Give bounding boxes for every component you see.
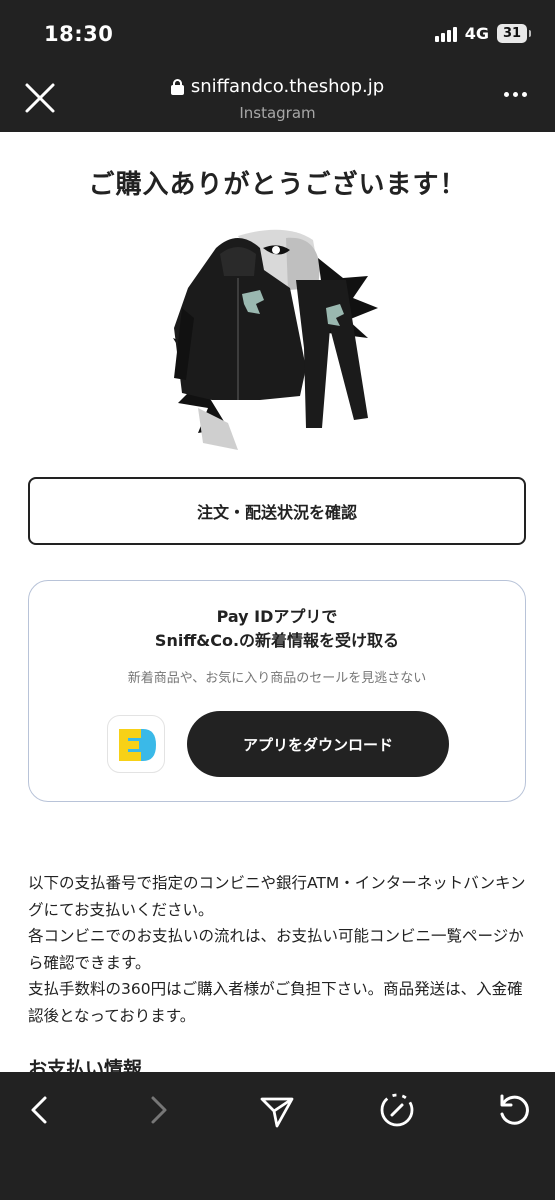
payment-instructions: 以下の支払番号で指定のコンビニや銀行ATM・インターネットバンキングにてお支払い… bbox=[28, 870, 528, 1029]
battery-icon: 31 bbox=[497, 24, 531, 43]
signal-icon bbox=[434, 26, 457, 42]
instructions-paragraph-3: 支払手数料の360円はご購入者様がご負担下さい。商品発送は、入金確認後となってお… bbox=[28, 980, 523, 1025]
web-page: ご購入ありがとうございます！ 注文・配送状況を確認 Pay IDアプリで Sni… bbox=[0, 132, 555, 1072]
payid-title: Pay IDアプリで Sniff&Co.の新着情報を受け取る bbox=[29, 605, 525, 653]
chevron-right-icon[interactable] bbox=[138, 1090, 178, 1130]
payid-title-line2: Sniff&Co.の新着情報を受け取る bbox=[154, 631, 400, 650]
status-time: 18:30 bbox=[44, 22, 114, 46]
send-icon[interactable] bbox=[257, 1090, 297, 1130]
browser-header: sniffandco.theshop.jp Instagram bbox=[0, 68, 555, 132]
payment-info-heading: お支払い情報 bbox=[28, 1058, 143, 1072]
battery-level: 31 bbox=[502, 26, 522, 41]
more-icon[interactable] bbox=[504, 92, 527, 97]
chevron-left-icon[interactable] bbox=[20, 1090, 60, 1130]
order-status-label: 注文・配送状況を確認 bbox=[196, 503, 357, 522]
address-bar[interactable]: sniffandco.theshop.jp Instagram bbox=[0, 76, 555, 122]
payid-app-icon bbox=[107, 715, 165, 773]
payid-description: 新着商品や、お気に入り商品のセールを見逃さない bbox=[127, 671, 427, 686]
url-text: sniffandco.theshop.jp bbox=[190, 76, 385, 97]
page-title: ご購入ありがとうございます！ bbox=[88, 170, 467, 200]
browser-toolbar bbox=[0, 1072, 555, 1200]
source-label: Instagram bbox=[239, 103, 316, 122]
status-bar: 18:30 4G 31 bbox=[0, 0, 555, 68]
lock-icon bbox=[170, 78, 184, 95]
network-label: 4G bbox=[464, 24, 489, 43]
compass-icon[interactable] bbox=[377, 1090, 417, 1130]
order-status-button[interactable]: 注文・配送状況を確認 bbox=[28, 477, 526, 545]
payid-promo-card: Pay IDアプリで Sniff&Co.の新着情報を受け取る 新着商品や、お気に… bbox=[28, 580, 526, 802]
instructions-paragraph-1: 以下の支払番号で指定のコンビニや銀行ATM・インターネットバンキングにてお支払い… bbox=[28, 874, 526, 919]
download-app-label: アプリをダウンロード bbox=[242, 735, 393, 754]
instructions-paragraph-2: 各コンビニでのお支払いの流れは、お支払い可能コンビニ一覧ページから確認できます。 bbox=[28, 927, 524, 972]
payid-title-line1: Pay IDアプリで bbox=[216, 607, 338, 626]
download-app-button[interactable]: アプリをダウンロード bbox=[187, 711, 449, 777]
reload-icon[interactable] bbox=[494, 1090, 534, 1130]
product-image bbox=[168, 228, 390, 450]
status-indicators: 4G 31 bbox=[434, 24, 531, 43]
